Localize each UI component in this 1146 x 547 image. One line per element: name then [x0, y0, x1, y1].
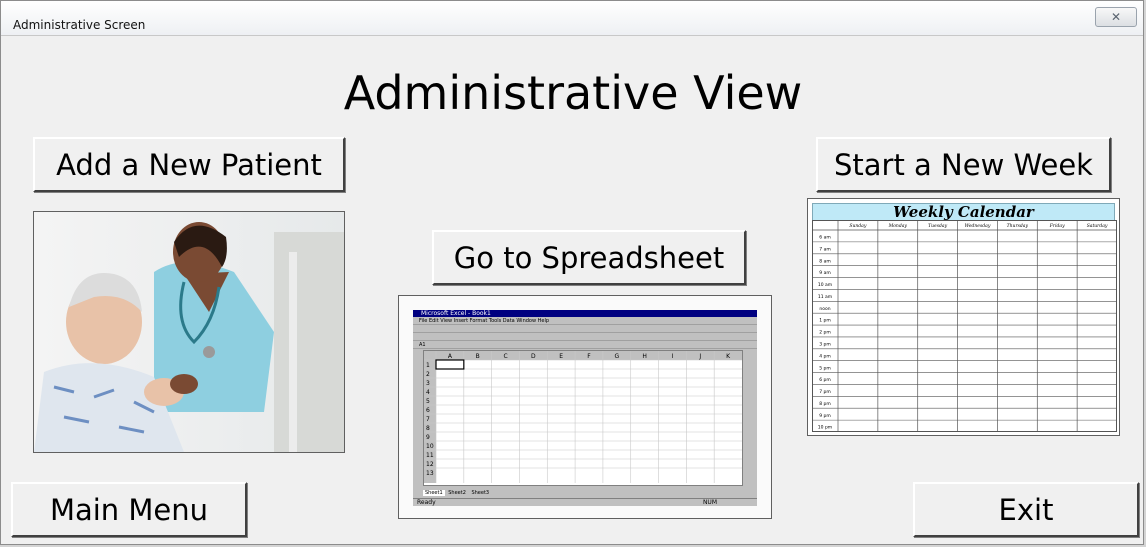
calendar-day-label: Thursday [1007, 223, 1029, 229]
calendar-time-label: 8 pm [819, 401, 831, 407]
excel-column-label: J [698, 353, 701, 360]
calendar-title: Weekly Calendar [812, 203, 1115, 221]
calendar-day-label: Friday [1049, 223, 1065, 229]
excel-column-label: D [531, 353, 536, 360]
excel-menu-item: Data [502, 318, 515, 324]
calendar-day-label: Saturday [1087, 223, 1108, 229]
excel-title: Microsoft Excel - Book1 [413, 310, 757, 317]
calendar-border [812, 220, 1117, 432]
excel-menu-item: View [440, 318, 453, 324]
excel-grid: A B C D E F G H I J K 1 2 3 4 5 6 7 8 9 10 11 12 13 [423, 350, 743, 486]
excel-menubar: File Edit View Insert Format Tools Data … [413, 318, 757, 325]
spreadsheet-preview[interactable]: Microsoft Excel - Book1 File Edit View I… [398, 295, 772, 519]
excel-window-body: Microsoft Excel - Book1 File Edit View I… [413, 310, 757, 506]
excel-row-label: 5 [426, 398, 430, 405]
excel-menu-item: Insert [453, 318, 469, 324]
calendar-time-label: 8 am [819, 258, 830, 264]
excel-row-label: 8 [426, 425, 430, 432]
weekly-calendar-preview: Weekly Calendar Sunday Monday Tuesday Wedne… [807, 198, 1120, 436]
excel-status-text: Ready [417, 499, 436, 506]
close-icon: ✕ [1110, 10, 1122, 24]
page-title: Administrative View [343, 66, 803, 120]
excel-sheet-tab: Sheet3 [471, 490, 490, 496]
excel-row-label: 4 [426, 389, 430, 396]
excel-sheet-tab: Sheet2 [448, 490, 466, 496]
excel-sheet-tabs: Sheet1 Sheet2 Sheet3 [423, 489, 491, 497]
calendar-time-label: noon [819, 307, 830, 312]
excel-row-label: 2 [426, 371, 430, 378]
excel-menu-item: Format [469, 318, 488, 324]
excel-row-label: 1 [426, 362, 430, 369]
add-new-patient-button[interactable]: Add a New Patient [33, 137, 345, 192]
excel-formula-bar: A1 [413, 342, 757, 349]
exit-button[interactable]: Exit [913, 482, 1139, 537]
calendar-time-label: 11 am [818, 294, 832, 300]
excel-row-label: 13 [426, 470, 434, 477]
calendar-day-label: Wednesday [965, 223, 991, 229]
excel-column-label: G [614, 353, 619, 360]
window-title: Administrative Screen [13, 18, 146, 32]
excel-selected-cell [435, 359, 465, 370]
excel-menu-item: Window [516, 318, 537, 324]
go-to-spreadsheet-button[interactable]: Go to Spreadsheet [432, 230, 746, 285]
excel-format-toolbar [413, 334, 757, 341]
calendar-day-label: Sunday [849, 223, 866, 229]
calendar-time-label: 10 am [818, 282, 832, 288]
excel-row-label: 10 [426, 443, 434, 450]
excel-column-label: I [672, 353, 674, 360]
excel-menu-item: Tools [488, 318, 502, 324]
excel-column-label: E [559, 353, 563, 360]
calendar-time-label: 6 am [819, 235, 830, 241]
excel-toolbar [413, 326, 757, 333]
calendar-time-label: 10 pm [818, 425, 832, 431]
calendar-day-label: Tuesday [928, 223, 947, 229]
excel-cell-reference: A1 [419, 342, 426, 348]
excel-sheet-tab: Sheet1 [423, 490, 445, 496]
calendar-day-label: Monday [888, 223, 908, 229]
calendar-grid: Sunday Monday Tuesday Wednesday Thursday Frid… [812, 220, 1117, 432]
calendar-time-label: 5 pm [819, 365, 831, 371]
calendar-time-label: 9 am [819, 270, 830, 276]
excel-column-label: H [642, 353, 647, 360]
nurse-patient-illustration [34, 212, 344, 452]
excel-menu-item: File [419, 318, 428, 324]
calendar-time-label: 7 pm [819, 389, 831, 395]
calendar-time-label: 1 pm [819, 318, 831, 324]
patient-photo [33, 211, 345, 453]
calendar-time-label: 3 pm [819, 341, 831, 347]
excel-column-label: C [503, 353, 507, 360]
calendar-time-label: 6 pm [819, 377, 831, 383]
title-bar: Administrative Screen ✕ [1, 1, 1143, 36]
excel-column-label: B [476, 353, 480, 360]
excel-row-label: 11 [426, 452, 434, 459]
excel-row-label: 12 [426, 461, 434, 468]
excel-row-label: 6 [426, 407, 430, 414]
excel-status-bar: Ready NUM [413, 498, 757, 506]
excel-grid-lines: A B C D E F G H I J K12345678910111213 [424, 351, 742, 483]
excel-menu-item: Help [537, 318, 550, 324]
excel-row-label: 9 [426, 434, 430, 441]
excel-num-indicator: NUM [702, 499, 717, 506]
excel-column-label: F [587, 353, 591, 360]
administrative-screen-window: Administrative Screen ✕ Administrative V… [0, 0, 1144, 545]
excel-row-label: 3 [426, 380, 430, 387]
excel-window: Microsoft Excel - Book1 File Edit View I… [413, 310, 757, 506]
calendar-time-label: 4 pm [819, 353, 831, 359]
excel-row-label: 7 [426, 416, 430, 423]
excel-menu-item: Edit [428, 318, 439, 324]
excel-column-header-bar [424, 351, 742, 360]
start-new-week-button[interactable]: Start a New Week [816, 137, 1111, 192]
close-button[interactable]: ✕ [1095, 7, 1137, 27]
calendar-time-label: 9 pm [819, 413, 831, 419]
calendar-time-label: 2 pm [819, 330, 831, 336]
calendar-time-label: 7 am [819, 246, 830, 252]
main-menu-button[interactable]: Main Menu [11, 482, 247, 537]
